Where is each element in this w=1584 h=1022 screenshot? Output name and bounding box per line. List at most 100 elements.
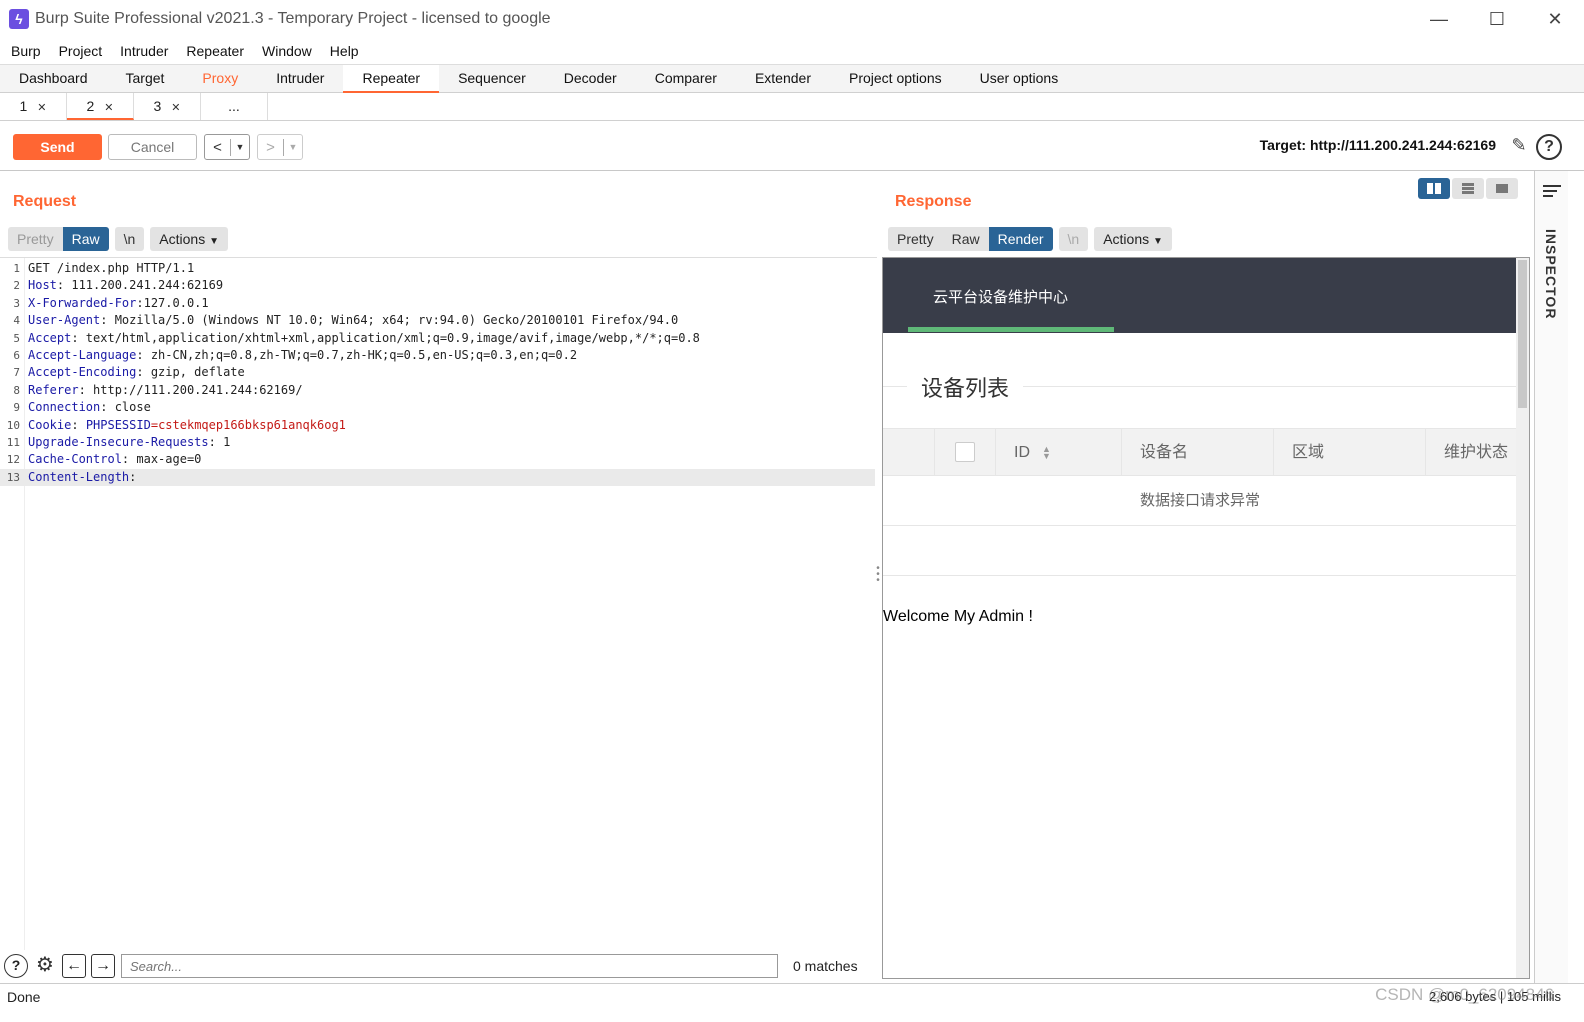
header-key: Cookie — [28, 417, 72, 432]
header-key: User-Agent — [28, 313, 101, 328]
previous-match-icon[interactable]: ← — [62, 954, 86, 978]
show-newlines-button[interactable]: \n — [114, 227, 145, 251]
select-all-cell — [934, 429, 995, 476]
code-line: 8 Referer: http://111.200.241.244:62169/ — [0, 382, 875, 399]
tab-project-options[interactable]: Project options — [830, 65, 961, 93]
inspector-label[interactable]: INSPECTOR — [1543, 229, 1559, 319]
menu-repeater[interactable]: Repeater — [177, 43, 253, 59]
target-label: Target: http://111.200.241.244:62169 — [1259, 137, 1496, 153]
view-pretty-button[interactable]: Pretty — [8, 227, 63, 251]
header-value: : Mozilla/5.0 (Windows NT 10.0; Win64; x… — [100, 313, 679, 328]
header-key: Referer — [28, 382, 79, 397]
request-view-tabs: Pretty Raw \n Actions ▼ — [8, 227, 228, 251]
cancel-button[interactable]: Cancel — [108, 134, 197, 160]
show-newlines-button[interactable]: \n — [1058, 227, 1089, 251]
request-actions-button[interactable]: Actions ▼ — [150, 227, 228, 251]
tab-dashboard[interactable]: Dashboard — [0, 65, 107, 93]
sort-icon[interactable]: ▲ ▼ — [1042, 444, 1051, 460]
minimize-icon[interactable]: — — [1410, 0, 1468, 38]
request-editor[interactable]: 1 GET /index.php HTTP/1.1 2 Host: 111.200.2… — [0, 257, 877, 950]
code-line: 4 User-Agent: Mozilla/5.0 (Windows NT 10.… — [0, 312, 875, 329]
line-number: 3 — [13, 296, 20, 310]
dropdown-arrow-icon[interactable]: ▼ — [231, 142, 249, 152]
inspector-menu-icon[interactable] — [1543, 185, 1561, 200]
send-button[interactable]: Send — [13, 134, 102, 160]
render-welcome-text: Welcome My Admin ! — [883, 608, 1033, 625]
gear-icon[interactable]: ⚙ — [33, 954, 57, 978]
line-content: Cache-Control: max-age=0 — [28, 451, 201, 468]
line-number: 11 — [6, 436, 20, 449]
scrollbar-thumb[interactable] — [1518, 260, 1527, 408]
rendered-response: 云平台设备维护中心 设备列表 ID ▲ ▼ 设备名 区域 维护状态 数据接口请求异常… — [882, 257, 1530, 979]
single-pane-layout-icon[interactable] — [1486, 178, 1518, 199]
close-tab-icon[interactable]: ✕ — [37, 102, 46, 114]
tab-intruder[interactable]: Intruder — [257, 65, 343, 93]
header-value: : — [71, 417, 86, 432]
view-pretty-button[interactable]: Pretty — [888, 227, 943, 251]
line-content: Upgrade-Insecure-Requests: 1 — [28, 434, 230, 451]
tab-comparer[interactable]: Comparer — [636, 65, 736, 93]
code-line: 6 Accept-Language: zh-CN,zh;q=0.8,zh-TW;q… — [0, 347, 875, 364]
header-key: Host — [28, 278, 57, 293]
repeater-tab-1[interactable]: 1 ✕ — [0, 93, 67, 120]
code-line: 9 Connection: close — [0, 399, 875, 416]
menu-window[interactable]: Window — [253, 43, 321, 59]
view-raw-button[interactable]: Raw — [62, 227, 109, 251]
line-content: Referer: http://111.200.241.244:62169/ — [28, 382, 303, 399]
split-divider-handle[interactable]: • • • — [875, 564, 881, 586]
render-table-header: ID ▲ ▼ 设备名 区域 维护状态 — [883, 428, 1517, 476]
history-forward-button[interactable]: > ▼ — [257, 134, 303, 160]
repeater-tab-3[interactable]: 3 ✕ — [134, 93, 201, 120]
tab-extender[interactable]: Extender — [736, 65, 830, 93]
menu-intruder[interactable]: Intruder — [111, 43, 177, 59]
close-tab-icon[interactable]: ✕ — [171, 102, 180, 114]
header-value: : max-age=0 — [121, 452, 202, 467]
maximize-icon[interactable]: ☐ — [1468, 0, 1526, 38]
header-key: Connection — [28, 400, 101, 415]
repeater-tab-2[interactable]: 2 ✕ — [67, 93, 134, 120]
menu-project[interactable]: Project — [50, 43, 112, 59]
dropdown-arrow-icon[interactable]: ▼ — [284, 142, 302, 152]
response-actions-button[interactable]: Actions ▼ — [1094, 227, 1172, 251]
edit-target-icon[interactable]: ✎ — [1507, 135, 1531, 159]
status-bar: Done 2,606 bytes | 105 millis CSDN @m0_6… — [0, 983, 1584, 1022]
tab-sequencer[interactable]: Sequencer — [439, 65, 545, 93]
tab-proxy[interactable]: Proxy — [183, 65, 257, 93]
stacked-layout-icon[interactable] — [1452, 178, 1484, 199]
help-icon[interactable]: ? — [1536, 134, 1562, 160]
line-content: Cookie: PHPSESSID=cstekmqep166bksp61anqk… — [28, 417, 346, 434]
select-all-checkbox[interactable] — [955, 442, 975, 462]
window-title: Burp Suite Professional v2021.3 - Tempor… — [35, 10, 551, 27]
repeater-tab-label: 1 — [19, 98, 28, 114]
header-value: :127.0.0.1 — [136, 295, 209, 310]
tab-user-options[interactable]: User options — [961, 65, 1078, 93]
menu-help[interactable]: Help — [321, 43, 368, 59]
help-icon[interactable]: ? — [4, 954, 28, 978]
code-line: 11 Upgrade-Insecure-Requests: 1 — [0, 434, 875, 451]
history-back-button[interactable]: < ▼ — [204, 134, 250, 160]
column-maintenance-status: 维护状态 — [1425, 429, 1517, 476]
view-render-button[interactable]: Render — [988, 227, 1053, 251]
repeater-tabs: 1 ✕ 2 ✕ 3 ✕ ... — [0, 93, 1584, 121]
code-line: 3 X-Forwarded-For:127.0.0.1 — [0, 295, 875, 312]
tab-target[interactable]: Target — [107, 65, 184, 93]
code-line: 7 Accept-Encoding: gzip, deflate — [0, 364, 875, 381]
view-raw-button[interactable]: Raw — [942, 227, 989, 251]
side-by-side-layout-icon[interactable] — [1418, 178, 1450, 199]
close-icon[interactable]: ✕ — [1526, 0, 1584, 38]
inspector-panel[interactable]: INSPECTOR — [1534, 171, 1568, 983]
close-tab-icon[interactable]: ✕ — [104, 102, 113, 114]
response-panel: Response Pretty Raw Render \n Actions ▼ … — [882, 171, 1532, 983]
column-id[interactable]: ID ▲ ▼ — [995, 429, 1121, 476]
render-brand[interactable]: 云平台设备维护中心 — [933, 286, 1068, 307]
tab-decoder[interactable]: Decoder — [545, 65, 636, 93]
render-scrollbar[interactable] — [1516, 258, 1529, 978]
line-number: 2 — [13, 279, 20, 293]
search-input[interactable] — [121, 954, 778, 978]
tab-repeater[interactable]: Repeater — [343, 65, 440, 93]
line-number: 12 — [6, 453, 20, 467]
new-tab-button[interactable]: ... — [201, 93, 268, 120]
next-match-icon[interactable]: → — [91, 954, 115, 978]
menu-burp[interactable]: Burp — [2, 43, 50, 59]
column-id-label: ID — [1014, 444, 1030, 461]
